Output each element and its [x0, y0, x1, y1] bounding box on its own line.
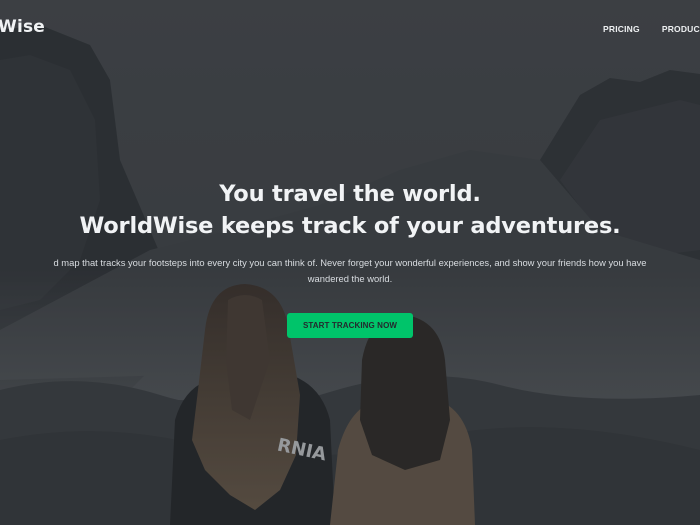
hero-section: RNIA Wise PRICING PRODUCT You travel the…	[0, 0, 700, 525]
nav-link-product[interactable]: PRODUCT	[662, 24, 700, 34]
hero-content: You travel the world. WorldWise keeps tr…	[0, 178, 700, 338]
hero-headline: You travel the world. WorldWise keeps tr…	[0, 178, 700, 242]
hero-description: d map that tracks your footsteps into ev…	[0, 255, 700, 287]
start-tracking-button[interactable]: START TRACKING NOW	[286, 313, 414, 338]
description-line-1: d map that tracks your footsteps into ev…	[53, 257, 647, 268]
nav-link-pricing[interactable]: PRICING	[603, 24, 640, 34]
logo[interactable]: Wise	[0, 17, 45, 37]
top-navigation: Wise PRICING PRODUCT	[0, 0, 700, 60]
headline-line-2: WorldWise keeps track of your adventures…	[79, 213, 621, 239]
nav-links: PRICING PRODUCT	[603, 24, 700, 34]
description-line-2: wandered the world.	[307, 273, 393, 284]
headline-line-1: You travel the world.	[219, 181, 481, 207]
